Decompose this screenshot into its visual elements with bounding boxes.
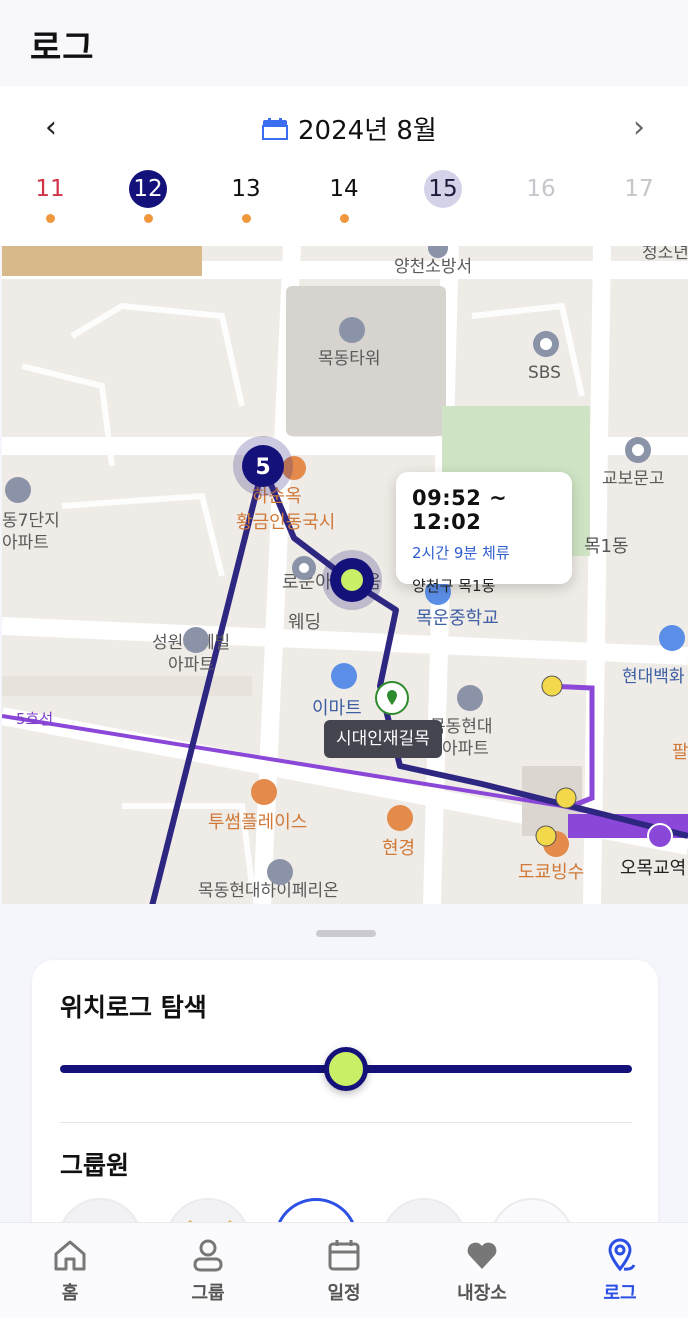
map-label: 양천소방서 xyxy=(394,257,472,277)
timeline-slider[interactable] xyxy=(60,1044,632,1094)
map-label: 현대백화 xyxy=(622,667,685,687)
map-label: 동7단지 xyxy=(2,511,60,531)
cluster-count: 5 xyxy=(255,455,270,480)
map-label: 황금인동국시 xyxy=(236,512,335,533)
day-15[interactable]: 15 xyxy=(421,170,465,223)
log-dot xyxy=(339,214,349,223)
apartment-icon xyxy=(183,627,209,653)
calendar-icon xyxy=(262,117,288,140)
tab-group[interactable]: 그룹 xyxy=(158,1223,258,1318)
line5-station-icon xyxy=(647,823,673,849)
exit-2-icon xyxy=(541,675,563,697)
map-label: SBS xyxy=(528,363,561,383)
place-name-label[interactable]: 시대인재길목 xyxy=(324,720,442,758)
day-11[interactable]: 11 xyxy=(28,170,72,223)
prev-month-button[interactable]: ‹ xyxy=(36,110,66,145)
home-icon xyxy=(54,1240,86,1271)
building-icon xyxy=(339,317,365,343)
members-title: 그룹원 xyxy=(60,1151,130,1180)
date-picker: ‹ 2024년 8월 › 11 12 13 14 15 16 17 xyxy=(0,86,688,246)
apartment-icon xyxy=(457,685,483,711)
bottom-tab-bar: 홈 그룹 일정 내장소 로그 xyxy=(0,1222,688,1318)
apartment-icon xyxy=(267,859,293,885)
day-12[interactable]: 12 xyxy=(126,170,170,223)
map-label: 교보문고 xyxy=(602,469,665,489)
tab-schedule[interactable]: 일정 xyxy=(294,1223,394,1318)
map-label: 오목교역 xyxy=(620,858,686,879)
stay-duration: 2시간 9분 체류 xyxy=(412,544,510,562)
map-canvas: 양천소방서 목동타워 SBS 교보문고 동7단지 아파트 성원상떼빌 아파트 목… xyxy=(2,246,688,904)
divider xyxy=(60,1122,632,1123)
map-label: 5호선 xyxy=(16,710,53,728)
map-label: 아파트 xyxy=(442,739,489,759)
restaurant-icon xyxy=(387,805,413,831)
slider-thumb[interactable] xyxy=(324,1047,368,1091)
exit-1-icon xyxy=(555,787,577,809)
stay-address: 양천구 목1동 xyxy=(412,577,496,595)
map-label: 팔 xyxy=(672,742,688,763)
shopping-icon xyxy=(331,663,357,689)
map-label: 투썸플레이스 xyxy=(208,812,307,833)
map-label: 목동타워 xyxy=(318,349,381,369)
map-label: 현경 xyxy=(382,838,415,859)
tab-log[interactable]: 로그 xyxy=(570,1223,670,1318)
person-icon xyxy=(193,1239,223,1272)
day-row: 11 12 13 14 15 16 17 xyxy=(0,170,688,230)
next-month-button[interactable]: › xyxy=(624,110,654,145)
log-dot xyxy=(241,214,251,223)
day-13[interactable]: 13 xyxy=(224,170,268,223)
day-17: 17 xyxy=(624,176,654,202)
tab-home[interactable]: 홈 xyxy=(20,1223,120,1318)
map-label: 목운중학교 xyxy=(416,608,499,629)
map-view[interactable]: 양천소방서 목동타워 SBS 교보문고 동7단지 아파트 성원상떼빌 아파트 목… xyxy=(2,246,688,904)
app-header: 로그 xyxy=(0,0,688,86)
day-16: 16 xyxy=(526,176,556,202)
day-14[interactable]: 14 xyxy=(322,170,366,223)
log-dot xyxy=(45,214,55,223)
map-label: 목동현대하이페리온 xyxy=(198,881,339,901)
search-title: 위치로그 탐색 xyxy=(60,993,207,1022)
exit-8-icon xyxy=(535,825,557,847)
stay-tooltip[interactable]: 09:52 ~ 12:02 2시간 9분 체류 양천구 목1동 xyxy=(396,472,572,595)
page-title: 로그 xyxy=(30,28,95,68)
map-label: 도쿄빙수 xyxy=(518,862,584,883)
map-label: 이마트 xyxy=(312,698,362,719)
month-label: 2024년 8월 xyxy=(262,110,437,147)
log-dot xyxy=(143,214,153,223)
month-text: 2024년 8월 xyxy=(298,116,437,146)
location-pin-icon xyxy=(608,1238,636,1272)
map-label: 아파트 xyxy=(168,655,215,675)
sheet-drag-handle[interactable] xyxy=(316,930,376,937)
tab-my-places[interactable]: 내장소 xyxy=(432,1223,532,1318)
calendar-icon xyxy=(328,1240,360,1271)
map-label: 웨딩 xyxy=(288,612,321,633)
cafe-icon xyxy=(251,779,277,805)
map-label: 아파트 xyxy=(2,533,49,553)
shopping-icon xyxy=(659,625,685,651)
map-label: 목1동 xyxy=(584,536,629,557)
map-label: 청소년 xyxy=(642,246,688,263)
stay-time: 09:52 ~ 12:02 xyxy=(412,486,508,534)
heart-icon xyxy=(467,1242,497,1269)
apartment-icon xyxy=(5,477,31,503)
